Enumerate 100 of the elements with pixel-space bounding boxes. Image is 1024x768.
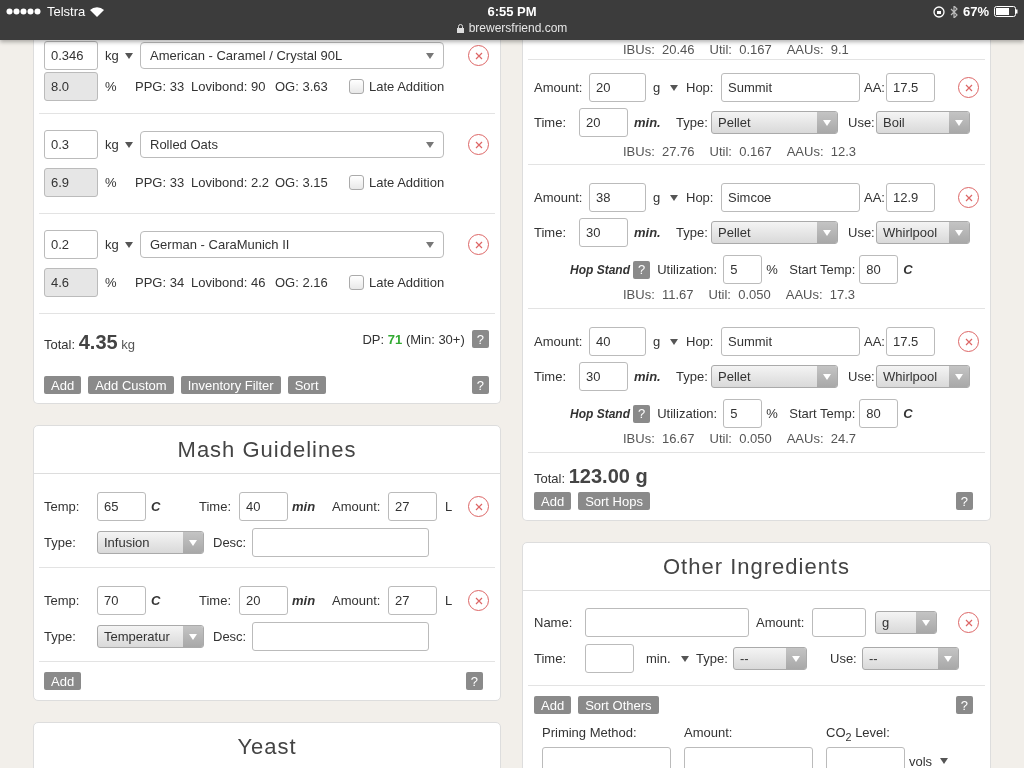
label: min. [634,115,662,130]
input-field[interactable]: 30 [579,218,628,247]
label: Type: [696,651,729,666]
remove-button[interactable] [468,590,489,611]
dropdown[interactable]: Whirlpool [876,365,970,388]
input-field[interactable] [812,608,866,637]
dropdown[interactable]: -- [862,647,959,670]
label: Late Addition [369,275,445,290]
dropdown[interactable]: Pellet [711,365,838,388]
input-field[interactable]: Simcoe [721,183,860,212]
label: PPG: 33 [135,175,186,190]
unit-dropdown[interactable]: vols [909,753,949,768]
remove-button[interactable] [468,496,489,517]
dropdown[interactable]: Temperatur [97,625,204,648]
label: Time: [534,369,568,384]
grain-dropdown[interactable]: American - Caramel / Crystal 90L [140,42,444,69]
caret-icon [792,655,800,662]
label: Use: [848,225,876,240]
input-field[interactable]: 20 [579,108,628,137]
grain-dropdown[interactable]: Rolled Oats [140,131,444,158]
unit-dropdown[interactable]: kg [105,48,135,63]
input-field[interactable] [252,528,429,557]
label: Desc: [213,535,248,550]
remove-button[interactable] [958,187,979,208]
input-field[interactable]: 20 [589,73,646,102]
label: Start Temp: [789,262,857,277]
dropdown[interactable]: Pellet [711,221,838,244]
input-field[interactable]: 27 [388,586,437,615]
dropdown[interactable]: -- [733,647,807,670]
label: % [105,275,118,290]
dropdown[interactable]: g [875,611,937,634]
unit-dropdown[interactable]: g [653,190,686,205]
input-field[interactable]: 20 [239,586,288,615]
unit-dropdown[interactable]: g [653,80,686,95]
hop-stat: IBUs: 20.46 [623,41,695,57]
label: Utilization: [657,262,719,277]
label: Hop: [686,334,715,349]
caret-icon [823,229,831,236]
unit-dropdown[interactable]: kg [105,237,135,252]
wifi-icon [90,6,105,17]
input-field[interactable]: 6.9 [44,168,98,197]
caret-icon [823,373,831,380]
checkbox[interactable] [349,79,364,94]
input-field[interactable]: 4.6 [44,268,98,297]
input-field[interactable]: 27 [388,492,437,521]
remove-button[interactable] [958,612,979,633]
input-field[interactable]: Summit [721,73,860,102]
remove-button[interactable] [468,45,489,66]
input-field[interactable]: 5 [723,399,763,428]
hop-stat: Util: 0.167 [709,41,772,57]
input-field[interactable] [585,608,749,637]
input-field[interactable]: 0.3 [44,130,98,159]
label: C [151,593,162,608]
label: Late Addition [369,175,445,190]
caret-icon [670,194,679,201]
input-field[interactable]: 38 [589,183,646,212]
input-field[interactable]: 30 [579,362,628,391]
input-field[interactable] [684,746,813,768]
grain-dropdown[interactable]: German - CaraMunich II [140,231,444,258]
dropdown[interactable]: Pellet [711,111,838,134]
input-field[interactable]: 80 [859,399,899,428]
input-field[interactable]: 40 [589,327,646,356]
hop-stat: Util: 0.050 [709,430,772,446]
dropdown[interactable]: Boil [876,111,970,134]
input-field[interactable]: 70 [97,586,146,615]
checkbox[interactable] [349,275,364,290]
unit-dropdown[interactable]: g [653,334,686,349]
input-field[interactable]: 12.9 [886,183,935,212]
input-field[interactable]: 80 [859,255,899,284]
input-field[interactable]: 17.5 [886,327,935,356]
input-field[interactable] [252,622,429,651]
input-field[interactable]: 8.0 [44,72,98,101]
input-field[interactable] [542,746,671,768]
battery-percent: 67% [962,4,989,19]
input-field[interactable]: 17.5 [886,73,935,102]
close-icon [964,337,973,346]
input-field[interactable] [826,746,905,768]
input-field[interactable]: 5 [723,255,763,284]
label: Hop Stand [570,262,632,277]
label: Use: [848,115,876,130]
checkbox[interactable] [349,175,364,190]
caret-icon [426,141,434,148]
unit-dropdown[interactable]: min. [646,651,696,666]
unit-dropdown[interactable]: kg [105,137,135,152]
remove-button[interactable] [468,234,489,255]
label: C [151,499,162,514]
remove-button[interactable] [958,331,979,352]
input-field[interactable]: Summit [721,327,860,356]
input-field[interactable]: 40 [239,492,288,521]
input-field[interactable] [585,644,634,673]
remove-button[interactable] [958,77,979,98]
input-field[interactable]: 0.2 [44,230,98,259]
remove-button[interactable] [468,134,489,155]
dropdown[interactable]: Whirlpool [876,221,970,244]
label: % [766,406,779,421]
label: Type: [44,629,77,644]
caret-icon [124,241,133,248]
input-field[interactable]: 65 [97,492,146,521]
dropdown[interactable]: Infusion [97,531,204,554]
input-field[interactable]: 0.346 [44,41,98,70]
